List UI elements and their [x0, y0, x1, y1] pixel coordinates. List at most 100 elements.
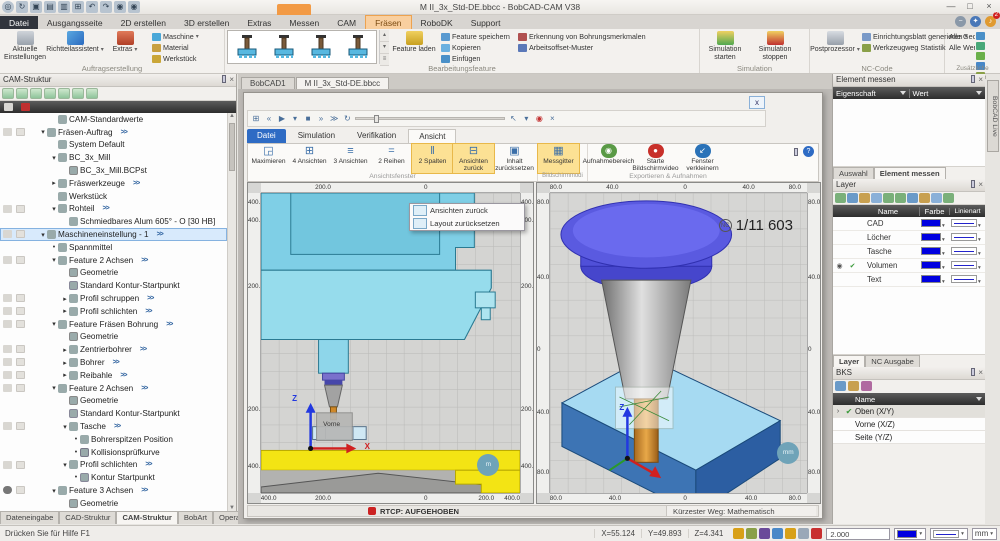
- tree-item[interactable]: Geometrie: [0, 497, 227, 510]
- import-icon[interactable]: [976, 32, 985, 40]
- panel-tab[interactable]: BobArt: [178, 511, 213, 524]
- layers-status-icon[interactable]: [772, 528, 783, 539]
- tree-item[interactable]: Werkstück: [0, 190, 227, 203]
- ribbon-tab[interactable]: 3D erstellen: [175, 16, 238, 30]
- minimize-button[interactable]: —: [942, 1, 960, 13]
- edit-column-icon[interactable]: [4, 103, 13, 111]
- expander-icon[interactable]: •: [72, 474, 80, 481]
- save-status-icon[interactable]: [798, 528, 809, 539]
- toolbar-icon[interactable]: [871, 193, 882, 203]
- export-icon[interactable]: [976, 42, 985, 50]
- ribbon-button[interactable]: Extras: [100, 30, 150, 64]
- view-ribbon-button[interactable]: ‖2 Spalten: [412, 144, 453, 173]
- close-small-icon[interactable]: ×: [548, 114, 556, 123]
- ribbon-small-button[interactable]: Erkennung von Bohrungsmerkmalen: [516, 31, 646, 42]
- ortho-icon[interactable]: [759, 528, 770, 539]
- expander-icon[interactable]: ▸: [61, 359, 69, 367]
- ribbon-tab[interactable]: RoboDK: [412, 16, 462, 30]
- tree-item[interactable]: ▾ Feature 2 Achsen >>: [0, 382, 227, 395]
- tree-item[interactable]: Schmiedbares Alum 605° - O [30 HB]: [0, 215, 227, 228]
- pin-icon[interactable]: [971, 180, 975, 188]
- tree-item[interactable]: • Spannmittel: [0, 241, 227, 254]
- pointer-icon[interactable]: ↖: [509, 114, 517, 123]
- view-ribbon-button[interactable]: ▦Messgitter: [538, 144, 579, 173]
- expander-icon[interactable]: •: [50, 244, 58, 251]
- tree-machine-icon[interactable]: [30, 88, 42, 99]
- tree-item[interactable]: ▾ Feature 3 Achsen >>: [0, 484, 227, 497]
- toolbar-icon[interactable]: [847, 193, 858, 203]
- gallery-arrow[interactable]: ▴: [380, 30, 389, 42]
- panel-tab[interactable]: Auswahl: [833, 167, 874, 179]
- item-menu-chevron[interactable]: >>: [141, 257, 147, 264]
- view-ribbon-button[interactable]: ●Starte Bildschirmvideo: [635, 144, 676, 173]
- order-column-icon[interactable]: [21, 103, 30, 111]
- restore-button[interactable]: □: [961, 1, 979, 13]
- speed-slider[interactable]: [355, 117, 505, 120]
- expander-icon[interactable]: ▸: [61, 307, 69, 315]
- panel-tab[interactable]: CAD-Struktur: [59, 511, 116, 524]
- minimize-ribbon-icon[interactable]: −: [955, 16, 966, 27]
- tree-item[interactable]: • Kontur Startpunkt: [0, 471, 227, 484]
- layer-row[interactable]: CAD ▾ ▾: [833, 217, 985, 231]
- expander-icon[interactable]: ▾: [50, 205, 58, 213]
- tree-item[interactable]: ▸ Bohrer >>: [0, 356, 227, 369]
- expander-icon[interactable]: ▾: [61, 461, 69, 469]
- item-menu-chevron[interactable]: >>: [141, 385, 147, 392]
- ribbon-button[interactable]: Postprozessor: [810, 30, 860, 64]
- expander-icon[interactable]: ▸: [61, 295, 69, 303]
- layer-color-picker[interactable]: ▾: [921, 275, 951, 285]
- tree-item[interactable]: ▾ Rohteil >>: [0, 203, 227, 216]
- ribbon-tab[interactable]: Support: [462, 16, 510, 30]
- tree-item[interactable]: Geometrie: [0, 395, 227, 408]
- skip-end-icon[interactable]: ≫: [330, 114, 338, 123]
- context-menu-item[interactable]: Layout zurücksetzen: [410, 217, 524, 230]
- tree-item[interactable]: ▾ Feature 2 Achsen >>: [0, 254, 227, 267]
- layer-row[interactable]: Tasche ▾ ▾: [833, 245, 985, 259]
- item-menu-chevron[interactable]: >>: [157, 231, 163, 238]
- tree-item[interactable]: Geometrie: [0, 267, 227, 280]
- tree-blank-icon[interactable]: [86, 88, 98, 99]
- tree-item[interactable]: Geometrie: [0, 331, 227, 344]
- view-ribbon-button[interactable]: ≡3 Ansichten: [330, 144, 371, 173]
- item-menu-chevron[interactable]: >>: [145, 308, 151, 315]
- view-ribbon-button[interactable]: ◉Aufnahmebereich: [588, 144, 629, 173]
- line-style-picker[interactable]: ▾: [930, 528, 968, 540]
- toolbar-icon[interactable]: [907, 193, 918, 203]
- expander-icon[interactable]: ▸: [61, 346, 69, 354]
- layer-linestyle-picker[interactable]: ▾: [951, 247, 985, 257]
- panel-tab[interactable]: CAM-Struktur: [116, 511, 177, 524]
- unit-picker[interactable]: mm▾: [972, 528, 997, 540]
- viewport-iso[interactable]: 80.040.0040.080.0 80.040.0040.080.0 80.0…: [536, 182, 821, 504]
- close-panel-icon[interactable]: ×: [978, 75, 983, 84]
- layer-color-picker[interactable]: ▾: [921, 233, 951, 243]
- pin-icon[interactable]: [222, 75, 226, 83]
- context-menu-item[interactable]: Ansichten zurück: [410, 204, 524, 217]
- expander-icon[interactable]: ▾: [50, 154, 58, 162]
- ribbon-small-button[interactable]: Maschine: [150, 31, 199, 42]
- sim-tab[interactable]: Datei: [247, 129, 286, 143]
- tree-item[interactable]: ▾ Fräsen-Auftrag >>: [0, 126, 227, 139]
- tree-item[interactable]: ▾ Tasche >>: [0, 420, 227, 433]
- ribbon-tab[interactable]: Datei: [0, 16, 38, 30]
- tool-gallery-item-2[interactable]: [271, 34, 297, 60]
- item-menu-chevron[interactable]: >>: [121, 129, 127, 136]
- expander-icon[interactable]: ▾: [39, 128, 47, 136]
- view-ribbon-button[interactable]: ⊞4 Ansichten: [289, 144, 330, 173]
- bks-row[interactable]: Vorne (X/Z): [833, 418, 985, 431]
- bobcad-live-tab[interactable]: BobCAD Live: [987, 80, 999, 152]
- tree-item[interactable]: ▸ Fräswerkzeuge >>: [0, 177, 227, 190]
- play-icon[interactable]: ▶: [278, 114, 286, 123]
- tool-gallery-item-3[interactable]: [308, 34, 334, 60]
- expander-icon[interactable]: ▸: [50, 179, 58, 187]
- item-menu-chevron[interactable]: >>: [120, 372, 126, 379]
- panel-tab[interactable]: NC Ausgabe: [865, 355, 920, 367]
- toolbar-icon[interactable]: [895, 193, 906, 203]
- view-ribbon-button[interactable]: ⊟Ansichten zurück: [453, 144, 494, 173]
- close-panel-icon[interactable]: ×: [229, 75, 234, 84]
- toolbar-icon[interactable]: [848, 381, 859, 391]
- filter-icon[interactable]: [900, 91, 906, 95]
- tree-item[interactable]: ▸ Profil schlichten >>: [0, 305, 227, 318]
- tool-gallery[interactable]: [227, 30, 377, 64]
- ribbon-button[interactable]: Simulation starten: [700, 30, 750, 64]
- tree-edit-icon[interactable]: [44, 88, 56, 99]
